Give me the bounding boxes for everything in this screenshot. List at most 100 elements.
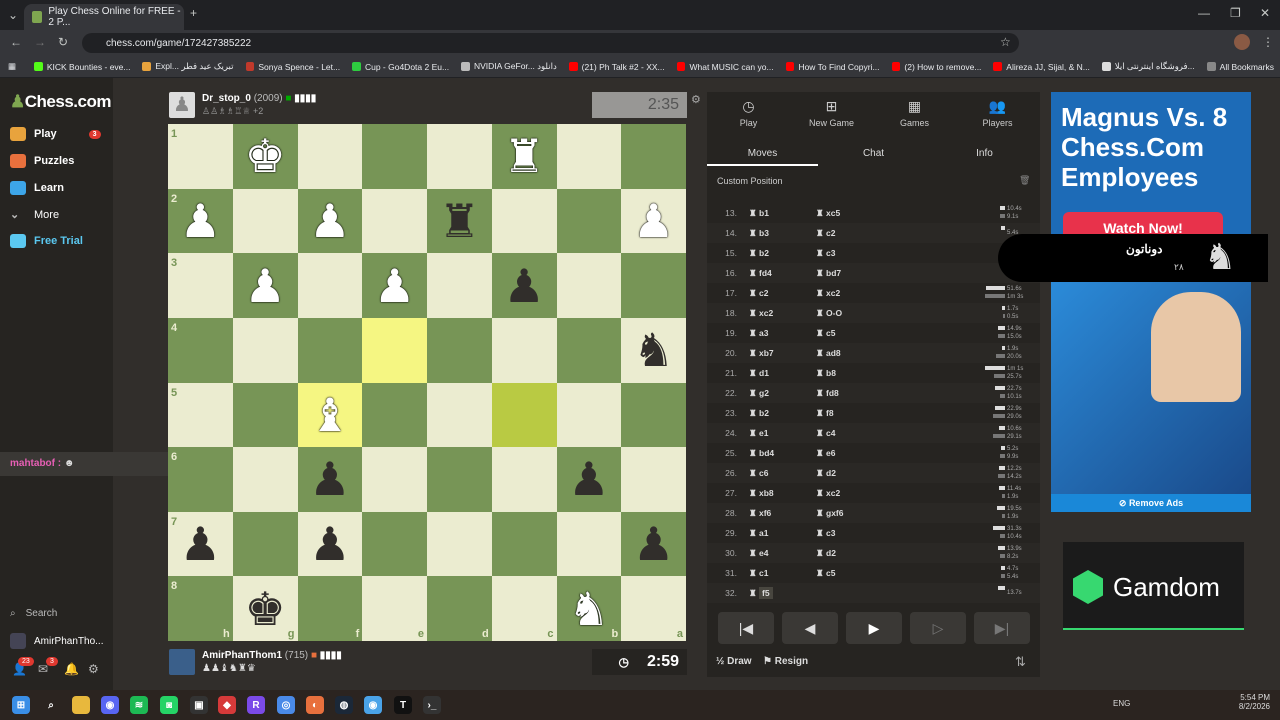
board-square[interactable]: 7 ♟ <box>168 511 233 577</box>
opponent-avatar[interactable]: ♟ <box>169 92 195 118</box>
black-move[interactable]: ad8 <box>826 348 841 358</box>
search-icon[interactable]: ⌕ <box>42 696 60 714</box>
remove-ads-button[interactable]: ⊘ Remove Ads <box>1051 494 1251 512</box>
board-square[interactable] <box>621 253 686 318</box>
board-square[interactable] <box>427 253 492 318</box>
black-move[interactable]: f8 <box>826 408 834 418</box>
file-explorer-icon[interactable] <box>72 696 90 714</box>
board-square[interactable] <box>427 511 492 577</box>
spotify-icon[interactable]: ≋ <box>130 696 148 714</box>
white-move[interactable]: bd4 <box>759 448 774 458</box>
chess-board[interactable]: 1 ♚ ♜ 2 ♟ ♟ ♜ ♟ 3 ♟ ♟ ♟ 4 ♞ 5 ♝ 6 ♟ ♟ 7 ♟ ♟ ♟ 8 h g ♚ f e d c b ♞ a <box>168 124 686 641</box>
black-move[interactable]: fd8 <box>826 388 839 398</box>
browser-tab[interactable]: Play Chess Online for FREE - 2 P... <box>24 4 184 30</box>
white-move[interactable]: b1 <box>759 208 769 218</box>
board-square[interactable] <box>427 382 492 448</box>
bookmark-item[interactable]: KICK Bounties - eve... <box>28 61 136 72</box>
sidebar-item-free-trial[interactable]: Free Trial <box>10 234 83 248</box>
board-square[interactable]: a <box>621 576 686 641</box>
flip-board-icon[interactable]: ⇅ <box>1015 654 1026 670</box>
black-move[interactable]: xc2 <box>826 288 840 298</box>
white-bishop-icon[interactable]: ♝ <box>309 392 350 438</box>
white-move[interactable]: c2 <box>759 288 768 298</box>
board-square[interactable]: ♝ <box>297 382 363 448</box>
board-square[interactable] <box>491 382 557 448</box>
white-move[interactable]: xb7 <box>759 348 774 358</box>
subtab-moves[interactable]: Moves <box>707 142 818 166</box>
board-square[interactable] <box>556 382 622 448</box>
board-square[interactable] <box>362 317 427 383</box>
trash-icon[interactable]: 🗑 <box>1019 175 1030 186</box>
bookmark-star-icon[interactable]: ☆ <box>1000 35 1011 49</box>
first-move-button[interactable]: |◀ <box>718 612 774 644</box>
white-move[interactable]: f5 <box>759 587 773 599</box>
board-square[interactable] <box>362 447 427 512</box>
sidebar-item-more[interactable]: ⌄ More <box>10 208 59 222</box>
white-knight-icon[interactable]: ♞ <box>568 586 609 632</box>
board-square[interactable] <box>556 317 622 383</box>
board-square[interactable]: ♟ <box>297 511 363 577</box>
black-pawn-icon[interactable]: ♟ <box>504 263 545 309</box>
black-pawn-icon[interactable]: ♟ <box>180 521 221 567</box>
board-square[interactable] <box>232 447 298 512</box>
player-name-row[interactable]: AmirPhanThom1 (715) ■ ▮▮▮▮ <box>202 650 342 661</box>
bookmark-item[interactable]: How To Find Copyri... <box>780 61 886 72</box>
tab-play[interactable]: ◷ Play <box>707 98 790 128</box>
new-tab-icon[interactable]: + <box>190 6 197 20</box>
black-pawn-icon[interactable]: ♟ <box>568 456 609 502</box>
board-square[interactable] <box>556 188 622 254</box>
black-move[interactable]: d2 <box>826 468 836 478</box>
board-square[interactable] <box>362 382 427 448</box>
player-avatar[interactable] <box>169 649 195 675</box>
language-indicator[interactable]: ENG <box>1113 699 1130 708</box>
white-pawn-icon[interactable]: ♟ <box>180 198 221 244</box>
chrome-icon[interactable]: ◎ <box>277 696 295 714</box>
app-icon[interactable]: ▣ <box>190 696 208 714</box>
board-square[interactable] <box>427 317 492 383</box>
white-move[interactable]: b3 <box>759 228 769 238</box>
opponent-name-row[interactable]: Dr_stop_0 (2009) ■ ▮▮▮▮ <box>202 93 316 104</box>
black-move[interactable]: c3 <box>826 248 835 258</box>
board-square[interactable]: 5 <box>168 382 233 448</box>
board-square[interactable] <box>491 317 557 383</box>
board-square[interactable] <box>556 511 622 577</box>
black-move[interactable]: c5 <box>826 568 835 578</box>
black-knight-icon[interactable]: ♞ <box>633 327 674 373</box>
tab-list-icon[interactable]: ⌄ <box>8 8 18 22</box>
board-square[interactable] <box>232 382 298 448</box>
last-move-button[interactable]: ▶| <box>974 612 1030 644</box>
white-move[interactable]: fd4 <box>759 268 772 278</box>
board-square[interactable] <box>556 124 622 189</box>
black-move[interactable]: b8 <box>826 368 836 378</box>
board-square[interactable]: 6 <box>168 447 233 512</box>
board-square[interactable] <box>621 124 686 189</box>
windows-start-icon[interactable]: ⊞ <box>12 696 30 714</box>
firefox-icon[interactable]: ◐ <box>306 696 324 714</box>
white-move[interactable]: g2 <box>759 388 769 398</box>
sidebar-item-learn[interactable]: Learn <box>10 181 64 195</box>
board-square[interactable]: ♟ <box>621 511 686 577</box>
resign-button[interactable]: ⚑ Resign <box>763 656 808 667</box>
subtab-chat[interactable]: Chat <box>818 142 929 166</box>
board-square[interactable] <box>232 188 298 254</box>
board-square[interactable]: ♟ <box>297 188 363 254</box>
whatsapp-icon[interactable]: ◙ <box>160 696 178 714</box>
bookmark-item[interactable]: Cup - Go4Dota 2 Eu... <box>346 61 455 72</box>
address-bar[interactable]: chess.com/game/172427385222 <box>82 33 1019 53</box>
bookmark-item[interactable]: Sonya Spence - Let... <box>240 61 347 72</box>
board-square[interactable]: 2 ♟ <box>168 188 233 254</box>
board-square[interactable]: g ♚ <box>232 576 298 641</box>
close-window-icon[interactable]: ✕ <box>1260 6 1270 20</box>
sidebar-search[interactable]: ⌕ Search <box>10 608 57 619</box>
white-rook-icon[interactable]: ♜ <box>504 133 545 179</box>
board-square[interactable]: e <box>362 576 427 641</box>
board-square[interactable]: ♞ <box>621 317 686 383</box>
forward-move-button[interactable]: ▷ <box>910 612 966 644</box>
revolut-icon[interactable]: R <box>247 696 265 714</box>
white-pawn-icon[interactable]: ♟ <box>633 198 674 244</box>
minimize-icon[interactable]: — <box>1198 6 1210 20</box>
browser-menu-icon[interactable]: ⋮ <box>1262 35 1274 49</box>
sidebar-user[interactable]: AmirPhanTho... <box>10 633 103 649</box>
back-icon[interactable]: ← <box>10 35 22 49</box>
tab-games[interactable]: ▦ Games <box>873 98 956 128</box>
